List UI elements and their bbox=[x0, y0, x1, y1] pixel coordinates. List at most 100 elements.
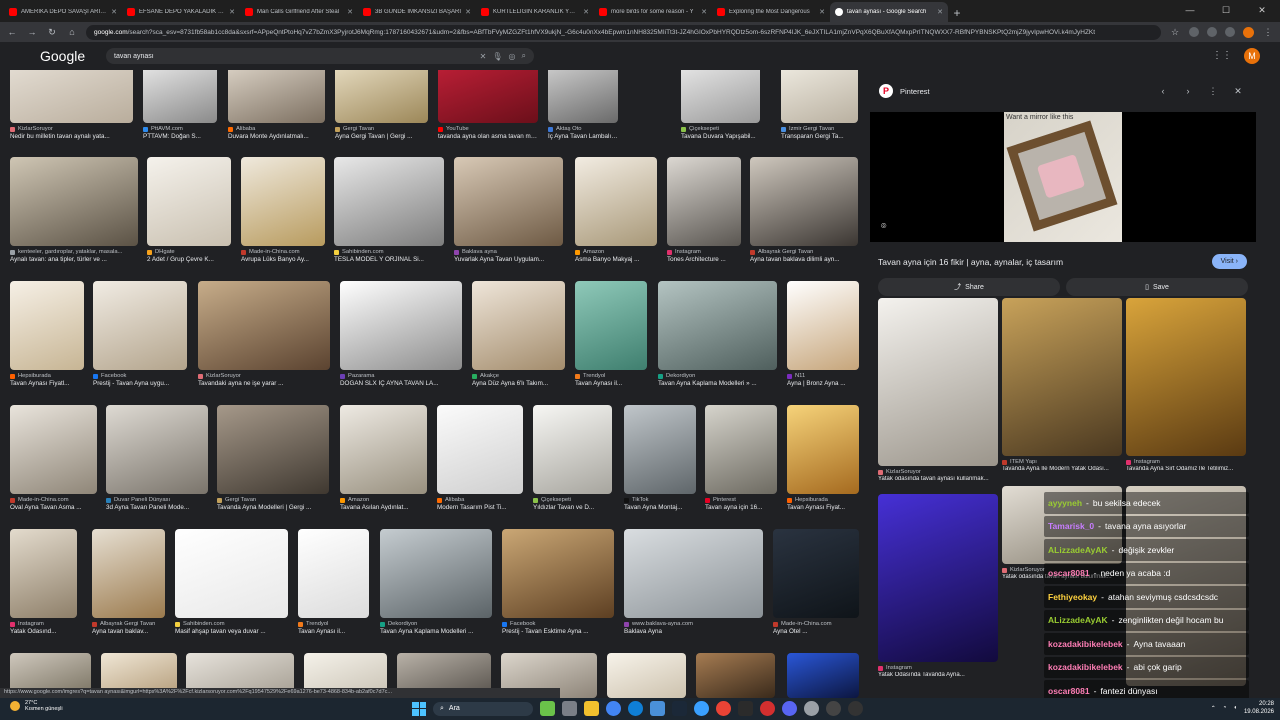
image-result[interactable]: Gergi Tavan Ayna Gergi Tavan | Gergi ... bbox=[335, 70, 428, 140]
result-source[interactable]: Made-in-China.com bbox=[773, 621, 859, 627]
result-title[interactable]: Duvara Monte Aydınlatmalı... bbox=[228, 133, 325, 140]
result-thumbnail[interactable] bbox=[340, 405, 427, 494]
result-thumbnail[interactable] bbox=[241, 157, 325, 246]
close-tab-icon[interactable]: ✕ bbox=[111, 8, 117, 16]
result-title[interactable]: Avrupa Lüks Banyo Ay... bbox=[241, 256, 325, 263]
result-title[interactable]: Tavanda Ayna Modelleri | Gergi ... bbox=[217, 504, 329, 511]
image-result[interactable]: Aktaş Otoİç Ayna Tavan Lambalı Do... bbox=[548, 70, 618, 140]
result-source[interactable]: Trendyol bbox=[298, 621, 369, 627]
result-thumbnail[interactable] bbox=[92, 529, 165, 618]
home-icon[interactable]: ⌂ bbox=[66, 27, 78, 37]
windows-start-icon[interactable] bbox=[412, 701, 426, 716]
result-source[interactable]: Trendyol bbox=[575, 373, 647, 379]
image-result[interactable]: Made-in-China.com Avrupa Lüks Banyo Ay... bbox=[241, 157, 325, 263]
browser-tab[interactable]: 3B GÜNDE İMKANSIZI BAŞARI ✕ bbox=[358, 2, 476, 22]
result-thumbnail[interactable] bbox=[228, 70, 325, 123]
result-title[interactable]: Yıldızlar Tavan ve D... bbox=[533, 504, 612, 511]
result-source[interactable]: Baklava ayna bbox=[454, 249, 563, 255]
volume-icon[interactable]: ◖ bbox=[1233, 705, 1237, 711]
visit-button[interactable]: Visit › bbox=[1211, 254, 1247, 269]
share-button[interactable]: ⤴ Share bbox=[878, 278, 1060, 296]
app-icon[interactable] bbox=[716, 701, 731, 716]
search-input[interactable]: tavan aynası bbox=[114, 53, 474, 60]
bookmark-star-icon[interactable]: ☆ bbox=[1169, 27, 1181, 38]
result-thumbnail[interactable] bbox=[787, 281, 859, 370]
result-thumbnail[interactable] bbox=[10, 529, 77, 618]
result-title[interactable]: Baklava Ayna bbox=[624, 628, 763, 635]
result-title[interactable]: Ayna Otel ... bbox=[773, 628, 859, 635]
image-result[interactable]: Alibaba Modern Tasarım Pist Ti... bbox=[437, 405, 523, 511]
taskbar-search[interactable]: ⌕ Ara bbox=[433, 701, 533, 716]
search-box[interactable]: tavan aynası ✕ 🎙 ◎ ⌕ bbox=[106, 48, 534, 64]
related-source[interactable]: Instagram bbox=[878, 665, 998, 671]
result-source[interactable]: İzmir Gergi Tavan bbox=[781, 126, 858, 132]
result-thumbnail[interactable] bbox=[380, 529, 492, 618]
result-title[interactable]: Tavan Ayna Montaj... bbox=[624, 504, 696, 511]
result-thumbnail[interactable] bbox=[217, 405, 329, 494]
result-thumbnail[interactable] bbox=[147, 157, 231, 246]
result-title[interactable]: 2 Adet / Grup Çevre K... bbox=[147, 256, 231, 263]
result-title[interactable]: Asma Banyo Makyaj ... bbox=[575, 256, 657, 263]
task-view-icon[interactable] bbox=[562, 701, 577, 716]
result-title[interactable]: Ayna tavan baklava dilimli ayn... bbox=[750, 256, 858, 263]
result-thumbnail[interactable] bbox=[10, 405, 97, 494]
image-result[interactable]: TikTok Tavan Ayna Montaj... bbox=[624, 405, 696, 511]
extensions-puzzle-icon[interactable] bbox=[1225, 27, 1235, 37]
result-thumbnail[interactable] bbox=[298, 529, 369, 618]
result-source[interactable]: Facebook bbox=[93, 373, 187, 379]
result-title[interactable]: DOGAN SLX İÇ AYNA TAVAN LA... bbox=[340, 380, 462, 387]
preview-image[interactable]: Want a mirror like this bbox=[1004, 112, 1122, 242]
result-source[interactable]: Instagram bbox=[667, 249, 741, 255]
image-result[interactable]: PttAVM.com PTTAVM: Doğan S... bbox=[143, 70, 217, 140]
result-thumbnail[interactable] bbox=[502, 529, 614, 618]
result-title[interactable]: Ayna tavan baklav... bbox=[92, 628, 165, 635]
result-source[interactable]: KizlarSoruyor bbox=[10, 126, 133, 132]
result-thumbnail[interactable] bbox=[438, 70, 538, 123]
panel-source[interactable]: Pinterest bbox=[900, 87, 930, 96]
close-tab-icon[interactable]: ✕ bbox=[229, 8, 235, 16]
image-result[interactable]: Pazarama DOGAN SLX İÇ AYNA TAVAN LA... bbox=[340, 281, 462, 387]
result-source[interactable]: Hepsiburada bbox=[10, 373, 84, 379]
result-title[interactable]: Modern Tasarım Pist Ti... bbox=[437, 504, 523, 511]
result-thumbnail[interactable] bbox=[335, 70, 428, 123]
close-panel-icon[interactable]: ✕ bbox=[1229, 86, 1247, 97]
network-icon[interactable]: ◔ bbox=[1223, 705, 1227, 711]
next-icon[interactable]: › bbox=[1179, 86, 1197, 96]
obs-icon[interactable] bbox=[826, 701, 841, 716]
result-title[interactable]: İç Ayna Tavan Lambalı Do... bbox=[548, 133, 618, 140]
result-source[interactable]: Facebook bbox=[502, 621, 614, 627]
lens-icon[interactable]: ◎ bbox=[509, 52, 516, 61]
profile-avatar[interactable] bbox=[1243, 26, 1254, 38]
result-thumbnail[interactable] bbox=[198, 281, 330, 370]
result-title[interactable]: Tavan Ayna Kaplama Modelleri » ... bbox=[658, 380, 777, 387]
result-thumbnail[interactable] bbox=[10, 70, 133, 123]
result-source[interactable]: PttAVM.com bbox=[143, 126, 217, 132]
mail-icon[interactable] bbox=[650, 701, 665, 716]
result-source[interactable]: Made-in-China.com bbox=[241, 249, 325, 255]
back-icon[interactable]: ← bbox=[6, 27, 18, 37]
image-result[interactable]: Made-in-China.com Ayna Otel ... bbox=[773, 529, 859, 635]
result-source[interactable]: Sahibinden.com bbox=[334, 249, 444, 255]
result-thumbnail[interactable] bbox=[472, 281, 565, 370]
image-result[interactable]: Baklava ayna Yuvarlak Ayna Tavan Uygulam.… bbox=[454, 157, 563, 263]
result-title[interactable]: Tavan Aynası Fiyat... bbox=[787, 504, 859, 511]
result-thumbnail[interactable] bbox=[750, 157, 858, 246]
google-logo[interactable]: Google bbox=[40, 48, 106, 64]
result-thumbnail[interactable] bbox=[533, 405, 612, 494]
previous-icon[interactable]: ‹ bbox=[1154, 86, 1172, 96]
related-thumbnail[interactable] bbox=[878, 494, 998, 662]
related-image[interactable]: Instagram Tavanda Ayna Sırt Odamız İle Te… bbox=[1126, 298, 1246, 472]
record-icon[interactable] bbox=[760, 701, 775, 716]
result-source[interactable]: Albayrak Gergi Tavan bbox=[750, 249, 858, 255]
result-source[interactable]: Amazon bbox=[340, 497, 427, 503]
image-result[interactable]: Facebook Prestij - Tavan Ayna uygu... bbox=[93, 281, 187, 387]
result-title[interactable]: tavanda ayna olan asma tavan mo... bbox=[438, 133, 538, 140]
image-result[interactable]: Sahibinden.com TESLA MODEL Y ORJİNAL Si..… bbox=[334, 157, 444, 263]
image-result[interactable]: Alibaba Duvara Monte Aydınlatmalı... bbox=[228, 70, 325, 140]
result-source[interactable]: Alibaba bbox=[228, 126, 325, 132]
related-source[interactable]: Instagram bbox=[1126, 459, 1246, 465]
close-window-icon[interactable]: ✕ bbox=[1244, 0, 1280, 20]
image-result[interactable]: Çiçeksepeti Yıldızlar Tavan ve D... bbox=[533, 405, 612, 511]
image-result[interactable]: YouTube tavanda ayna olan asma tavan mo..… bbox=[438, 70, 538, 140]
image-result[interactable]: Çiçeksepeti Tavana Duvara Yapışabil... bbox=[681, 70, 760, 140]
